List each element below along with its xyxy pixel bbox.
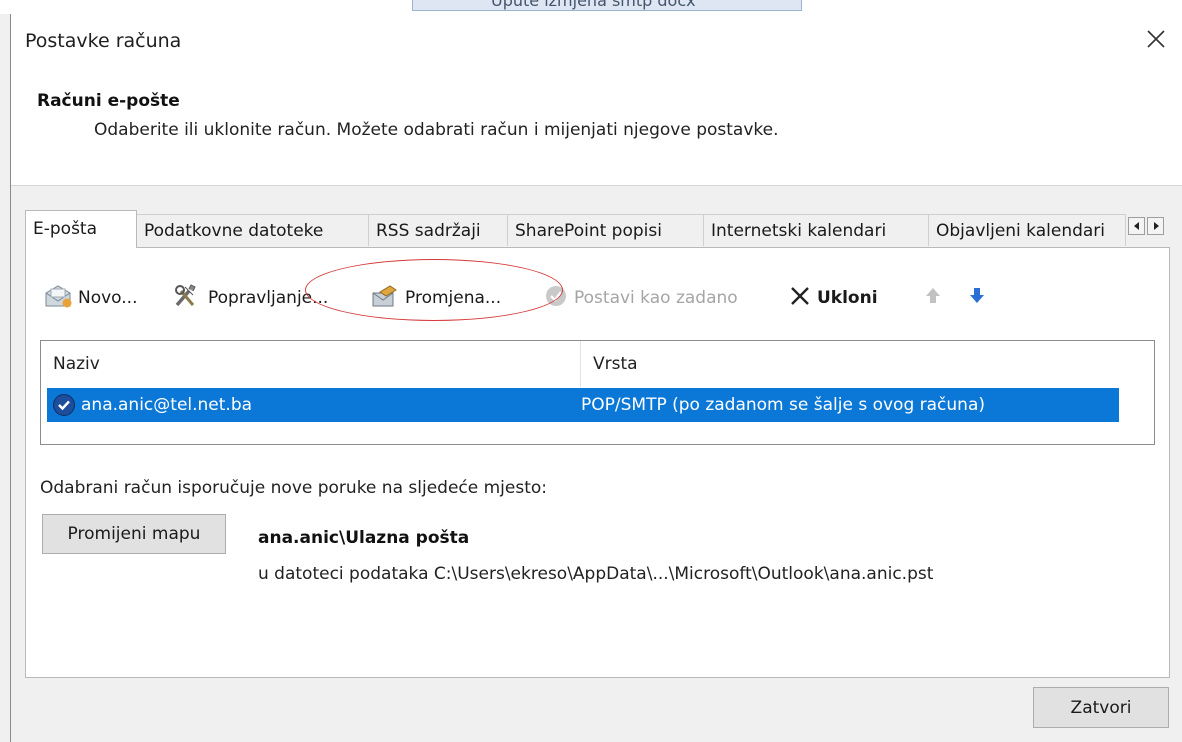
change-account-button[interactable]: Promjena... (370, 280, 501, 316)
close-icon[interactable] (1139, 22, 1173, 56)
tab-strip: E-pošta Podatkovne datoteke RSS sadržaji… (25, 210, 1170, 248)
close-button[interactable]: Zatvori (1033, 687, 1169, 728)
account-name: ana.anic@tel.net.ba (81, 395, 253, 415)
tab-data-files[interactable]: Podatkovne datoteke (136, 214, 369, 246)
delivery-label: Odabrani račun isporučuje nove poruke na… (40, 478, 548, 498)
account-list-header: Naziv Vrsta (41, 341, 1119, 387)
repair-account-label: Popravljanje... (208, 288, 329, 308)
new-account-label: Novo... (78, 288, 138, 308)
arrow-down-icon (967, 285, 987, 312)
tab-published-calendars[interactable]: Objavljeni kalendari (928, 214, 1126, 246)
arrow-up-icon (923, 285, 943, 312)
repair-account-button[interactable]: Popravljanje... (171, 280, 328, 316)
delivery-folder: ana.anic\Ulazna pošta (258, 528, 470, 548)
tab-scroll-left-icon[interactable] (1128, 217, 1145, 235)
account-type: POP/SMTP (po zadanom se šalje s ovog rač… (581, 395, 985, 415)
tab-email[interactable]: E-pošta (25, 210, 137, 248)
tab-scroll-right-icon[interactable] (1147, 217, 1164, 235)
section-title: Računi e-pošte (37, 91, 180, 111)
move-up-button[interactable] (923, 280, 943, 316)
default-account-check-icon (53, 394, 75, 416)
column-header-name[interactable]: Naziv (41, 341, 581, 387)
background-document-frame: Upute izmjena smtp docx (412, 0, 802, 11)
new-mail-icon (43, 283, 73, 314)
change-folder-button[interactable]: Promijeni mapu (42, 514, 226, 554)
dialog-header: Postavke računa Računi e-pošte Odaberite… (11, 14, 1182, 186)
account-toolbar: Novo... Popravljanje... Promjena... Post… (43, 280, 1143, 316)
change-settings-icon (370, 283, 400, 314)
account-list[interactable]: Naziv Vrsta ana.anic@tel.net.ba POP/SMTP… (40, 340, 1155, 445)
remove-account-label: Ukloni (817, 288, 878, 308)
set-default-button[interactable]: Postavi kao zadano (543, 280, 738, 316)
dialog-title: Postavke računa (25, 30, 182, 52)
account-settings-dialog: Postavke računa Računi e-pošte Odaberite… (10, 14, 1182, 742)
tab-internet-calendars[interactable]: Internetski kalendari (703, 214, 929, 246)
table-row[interactable]: ana.anic@tel.net.ba POP/SMTP (po zadanom… (47, 388, 1119, 422)
set-default-check-icon (543, 283, 569, 314)
change-account-label: Promjena... (405, 288, 502, 308)
data-file-path: u datoteci podataka C:\Users\ekreso\AppD… (258, 564, 934, 584)
background-document-title: Upute izmjena smtp docx (491, 0, 696, 10)
email-tab-panel: Novo... Popravljanje... Promjena... Post… (25, 247, 1170, 678)
column-header-type[interactable]: Vrsta (581, 341, 1119, 387)
section-description: Odaberite ili uklonite račun. Možete oda… (94, 120, 779, 140)
tab-sharepoint-lists[interactable]: SharePoint popisi (507, 214, 704, 246)
tab-rss-feeds[interactable]: RSS sadržaji (368, 214, 508, 246)
remove-account-button[interactable]: Ukloni (788, 280, 878, 316)
remove-x-icon (788, 284, 812, 313)
move-down-button[interactable] (967, 280, 987, 316)
repair-tools-icon (171, 283, 203, 314)
set-default-label: Postavi kao zadano (574, 288, 738, 308)
new-account-button[interactable]: Novo... (43, 280, 138, 316)
